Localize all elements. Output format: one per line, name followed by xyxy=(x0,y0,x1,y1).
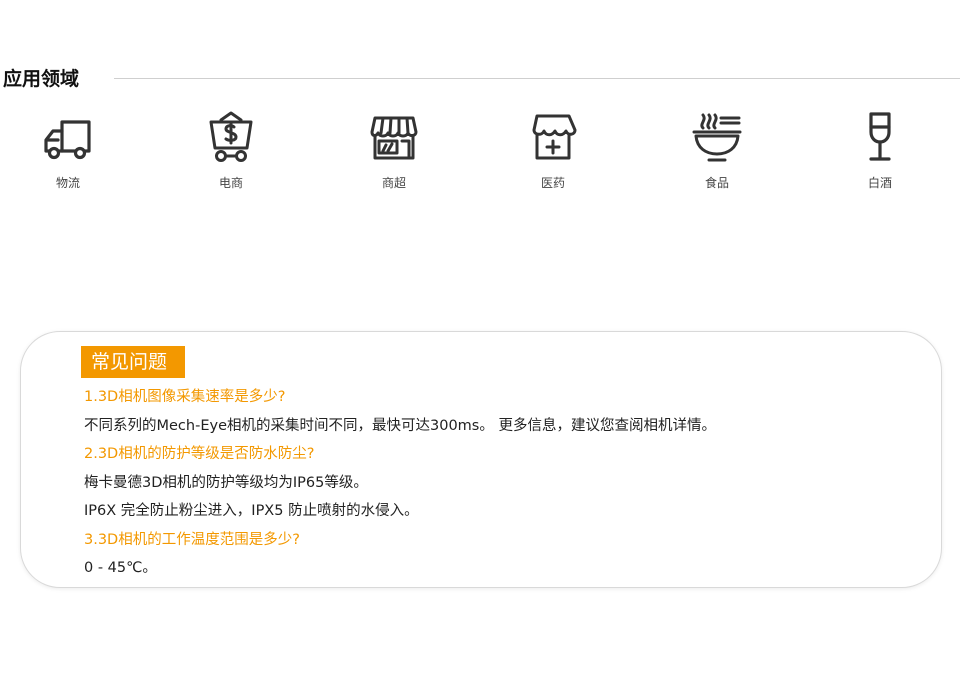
faq-answer: 不同系列的Mech-Eye相机的采集时间不同，最快可达300ms。 更多信息，建… xyxy=(84,417,716,434)
wine-glass-icon xyxy=(869,112,891,161)
faq-list: 1.3D相机图像采集速率是多少? 不同系列的Mech-Eye相机的采集时间不同，… xyxy=(84,383,921,583)
noodle-bowl-icon xyxy=(692,113,742,162)
app-label: 白酒 xyxy=(867,176,892,190)
app-label: 食品 xyxy=(704,176,729,190)
section-header: 应用领域 xyxy=(0,62,960,92)
faq-answer: 0 - 45℃。 xyxy=(84,560,157,576)
section-title: 应用领域 xyxy=(3,68,80,90)
app-item-ecommerce[interactable]: 电商 xyxy=(186,110,276,200)
app-item-logistics[interactable]: 物流 xyxy=(23,110,113,200)
faq-answer: 梅卡曼德3D相机的防护等级均为IP65等级。 xyxy=(84,474,368,491)
faq-question: 2.3D相机的防护等级是否防水防尘? xyxy=(84,446,315,462)
section-divider xyxy=(114,78,960,79)
app-item-food[interactable]: 食品 xyxy=(672,110,762,200)
page: 应用领域 物流 电商 商超 医药 食品 白酒 常见问题 1.3D相机图像采集速率… xyxy=(0,0,960,679)
faq-question: 1.3D相机图像采集速率是多少? xyxy=(84,389,286,405)
app-label: 物流 xyxy=(55,176,80,190)
faq-title: 常见问题 xyxy=(81,346,185,378)
app-item-pharmacy[interactable]: 医药 xyxy=(508,110,598,200)
app-label: 电商 xyxy=(218,176,243,190)
truck-icon xyxy=(44,120,91,160)
storefront-icon xyxy=(370,116,418,160)
app-item-supermarket[interactable]: 商超 xyxy=(349,110,439,200)
faq-question: 3.3D相机的工作温度范围是多少? xyxy=(84,531,300,548)
application-list: 物流 电商 商超 医药 食品 白酒 xyxy=(0,110,960,200)
app-item-liquor[interactable]: 白酒 xyxy=(835,110,925,200)
faq-answer: IP6X 完全防止粉尘进入，IPX5 防止喷射的水侵入。 xyxy=(84,503,419,519)
shopping-cart-icon xyxy=(209,111,253,162)
app-label: 医药 xyxy=(540,176,565,190)
app-label: 商超 xyxy=(381,176,406,190)
faq-card: 常见问题 1.3D相机图像采集速率是多少? 不同系列的Mech-Eye相机的采集… xyxy=(20,331,942,588)
pharmacy-icon xyxy=(532,114,577,160)
